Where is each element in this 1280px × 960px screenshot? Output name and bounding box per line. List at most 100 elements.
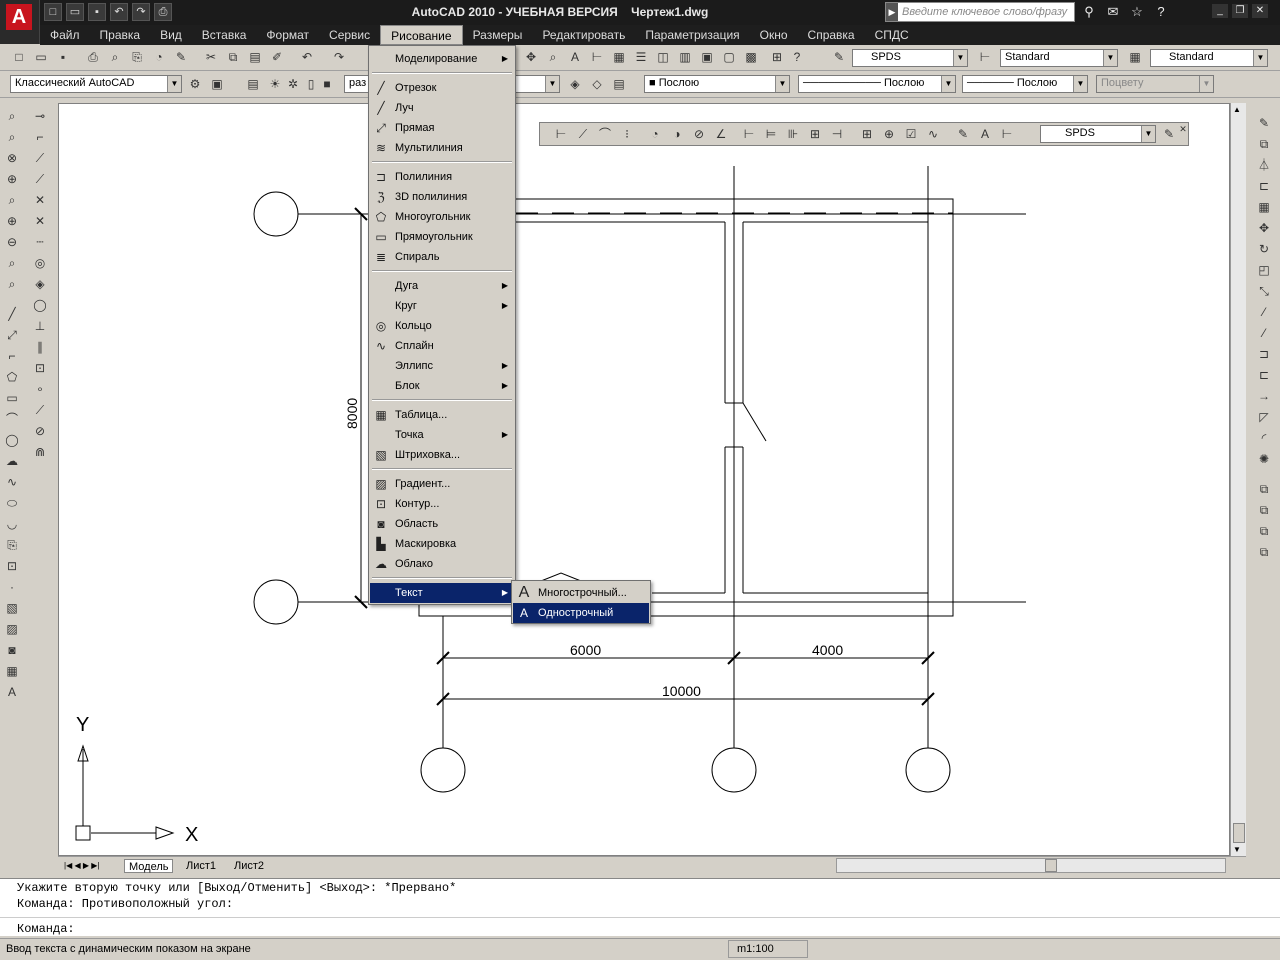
dim-update-icon[interactable]: ⊢ xyxy=(998,125,1016,143)
gear-icon[interactable]: ⚙ xyxy=(186,75,204,93)
line-icon[interactable]: ╱ xyxy=(2,304,22,324)
sheetset-icon[interactable]: ▣ xyxy=(698,48,716,66)
dim-break-icon[interactable]: ⊣ xyxy=(828,125,846,143)
sun-icon[interactable]: ✲ xyxy=(284,75,302,93)
menu-item-donut[interactable]: ◎ Кольцо xyxy=(370,316,514,336)
draworder-above-icon[interactable]: ⧉ xyxy=(1254,521,1274,541)
menu-item-table[interactable]: ▦ Таблица... xyxy=(370,405,514,425)
dim-style-manager-icon[interactable]: ⊢ xyxy=(976,48,994,66)
polyline-icon[interactable]: ⌐ xyxy=(2,346,22,366)
chamfer-icon[interactable]: ◸ xyxy=(1254,407,1274,427)
dim-text-edit-icon[interactable]: A xyxy=(976,125,994,143)
explode-icon[interactable]: ✺ xyxy=(1254,449,1274,469)
layer-manager-icon[interactable]: ▤ xyxy=(244,75,262,93)
zoom-extents-icon[interactable]: ⌕ xyxy=(2,274,22,294)
workspace-settings-icon[interactable]: ▣ xyxy=(208,75,226,93)
snap-quadrant-icon[interactable]: ◈ xyxy=(30,274,50,294)
new-icon[interactable]: □ xyxy=(10,48,28,66)
zoom-object-icon[interactable]: ⌕ xyxy=(2,190,22,210)
scroll-up-icon[interactable]: ▲ xyxy=(1233,105,1241,114)
horizontal-scroll-thumb[interactable] xyxy=(1045,859,1057,872)
snap-extension-icon[interactable]: ┄ xyxy=(30,232,50,252)
menu-dimension[interactable]: Размеры xyxy=(463,25,533,45)
tab-layout1[interactable]: Лист1 xyxy=(182,859,220,873)
copy-object-icon[interactable]: ⧉ xyxy=(1254,134,1274,154)
draworder-back-icon[interactable]: ⧉ xyxy=(1254,500,1274,520)
dim-style-float-select[interactable]: SPDS ▼ xyxy=(1040,125,1156,143)
dim-angular-icon[interactable]: ∠ xyxy=(712,125,730,143)
circle-icon[interactable]: ◯ xyxy=(2,430,22,450)
zoom-all-icon[interactable]: ⌕ xyxy=(2,253,22,273)
zoom-dynamic-icon[interactable]: ⌕ xyxy=(2,127,22,147)
help-icon[interactable]: ? xyxy=(788,48,806,66)
application-menu-button[interactable]: A xyxy=(0,0,40,44)
undo-icon[interactable]: ↶ xyxy=(110,3,128,21)
match-properties-icon[interactable]: ✐ xyxy=(268,48,286,66)
snap-center-icon[interactable]: ◎ xyxy=(30,253,50,273)
publish-icon[interactable]: ⎘ xyxy=(128,48,146,66)
zoom-window-icon[interactable]: ⌕ xyxy=(2,106,22,126)
snap-endpoint-icon[interactable]: ⟋ xyxy=(30,148,50,168)
snap-insert-icon[interactable]: ⊡ xyxy=(30,358,50,378)
rotate-icon[interactable]: ↻ xyxy=(1254,239,1274,259)
zoom-center-icon[interactable]: ⊕ xyxy=(2,169,22,189)
menu-file[interactable]: Файл xyxy=(40,25,90,45)
star-icon[interactable]: ☆ xyxy=(1128,3,1146,21)
insert-block-icon[interactable]: ⎘ xyxy=(2,535,22,555)
layer-states-icon[interactable]: ▤ xyxy=(610,75,628,93)
layer-select[interactable]: раз xyxy=(344,75,368,93)
menu-spds[interactable]: СПДС xyxy=(865,25,919,45)
menu-item-ellipse[interactable]: Эллипс ▶ xyxy=(370,356,514,376)
break-point-icon[interactable]: ⊐ xyxy=(1254,344,1274,364)
array-icon[interactable]: ▦ xyxy=(1254,197,1274,217)
mtext-icon[interactable]: A xyxy=(2,682,22,702)
menu-item-line[interactable]: ╱ Отрезок xyxy=(370,78,514,98)
table-style-manager-icon[interactable]: ▦ xyxy=(1126,48,1144,66)
cut-icon[interactable]: ✂ xyxy=(202,48,220,66)
arc-icon[interactable]: ⌒ xyxy=(2,409,22,429)
minimize-icon[interactable]: _ xyxy=(1212,4,1228,18)
menu-item-spline[interactable]: ∿ Сплайн xyxy=(370,336,514,356)
search-icon[interactable]: ⚲ xyxy=(1080,3,1098,21)
scroll-down-icon[interactable]: ▼ xyxy=(1233,845,1241,854)
dim-ordinate-icon[interactable]: ⁝ xyxy=(618,125,636,143)
menu-tools[interactable]: Сервис xyxy=(319,25,380,45)
command-window[interactable]: Укажите вторую точку или [Выход/Отменить… xyxy=(0,878,1280,936)
dim-edit-icon[interactable]: ✎ xyxy=(954,125,972,143)
menu-modify[interactable]: Редактировать xyxy=(532,25,635,45)
layer-previous-icon[interactable]: ◇ xyxy=(588,75,606,93)
text-style-select[interactable]: SPDS ▼ xyxy=(852,49,968,67)
dim-baseline-icon[interactable]: ⊨ xyxy=(762,125,780,143)
snap-nearest-icon[interactable]: ⟋ xyxy=(30,400,50,420)
vertical-scrollbar[interactable]: ▲ ▼ xyxy=(1230,103,1246,856)
snap-midpoint-icon[interactable]: ⟋ xyxy=(30,169,50,189)
revcloud-icon[interactable]: ☁ xyxy=(2,451,22,471)
snap-parallel-icon[interactable]: ∥ xyxy=(30,337,50,357)
menu-item-dtext[interactable]: A Однострочный xyxy=(513,603,649,623)
menu-item-ray[interactable]: ╱ Луч xyxy=(370,98,514,118)
save-icon[interactable]: ▪ xyxy=(54,48,72,66)
dim-space-icon[interactable]: ⊞ xyxy=(806,125,824,143)
menu-format[interactable]: Формат xyxy=(256,25,319,45)
preview-icon[interactable]: ⌕ xyxy=(106,48,124,66)
snap-temp-icon[interactable]: ⊸ xyxy=(30,106,50,126)
menu-window[interactable]: Окно xyxy=(750,25,798,45)
menu-item-hatch[interactable]: ▧ Штриховка... xyxy=(370,445,514,465)
menu-item-polygon[interactable]: ⬠ Многоугольник xyxy=(370,207,514,227)
layer-select-end[interactable]: ▼ xyxy=(516,75,560,93)
workspace-select[interactable]: Классический AutoCAD ▼ xyxy=(10,75,182,93)
spline-icon[interactable]: ∿ xyxy=(2,472,22,492)
paste-icon[interactable]: ▤ xyxy=(246,48,264,66)
open-icon[interactable]: ▭ xyxy=(32,48,50,66)
break-icon[interactable]: ⊏ xyxy=(1254,365,1274,385)
dim-diameter-icon[interactable]: ⊘ xyxy=(690,125,708,143)
calc-icon[interactable]: ▩ xyxy=(742,48,760,66)
linetype-select[interactable]: ────────── Послою ▼ xyxy=(798,75,956,93)
trim-icon[interactable]: ⁄ xyxy=(1254,302,1274,322)
fillet-icon[interactable]: ◜ xyxy=(1254,428,1274,448)
snap-from-icon[interactable]: ⌐ xyxy=(30,127,50,147)
table-icon[interactable]: ▦ xyxy=(2,661,22,681)
zoom-out-icon[interactable]: ⊖ xyxy=(2,232,22,252)
redo-icon[interactable]: ↷ xyxy=(132,3,150,21)
join-icon[interactable]: → xyxy=(1254,386,1274,406)
